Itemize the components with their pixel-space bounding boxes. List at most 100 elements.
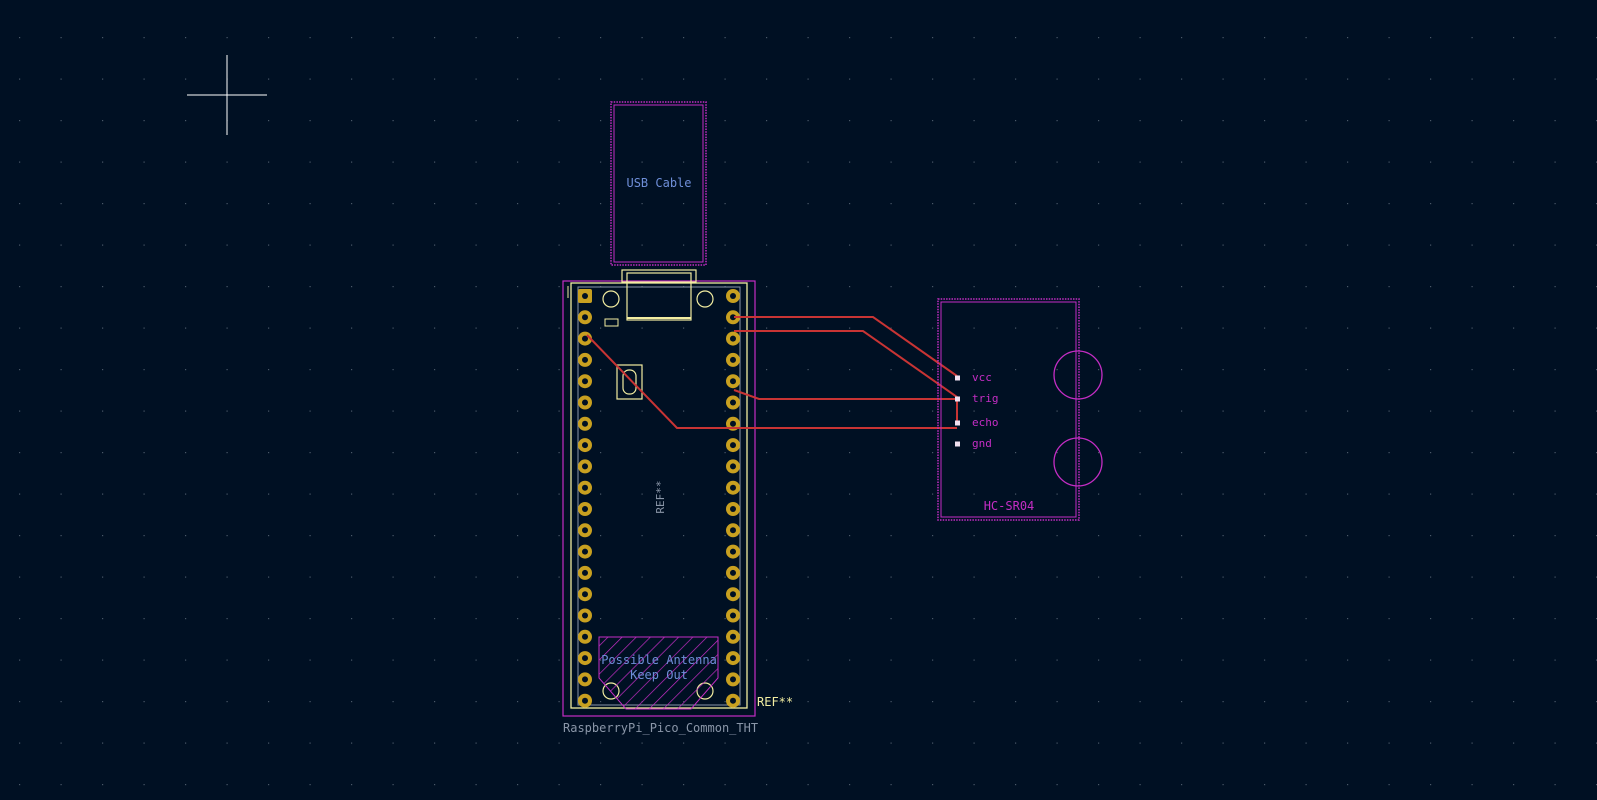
grid-dot bbox=[641, 161, 643, 163]
grid-dot bbox=[558, 659, 560, 661]
grid-dot bbox=[309, 203, 311, 205]
grid-dot bbox=[1471, 452, 1473, 454]
grid-dot bbox=[683, 452, 685, 454]
grid-dot bbox=[973, 120, 975, 122]
sensor-pin-trig: trig bbox=[972, 392, 999, 405]
grid-dot bbox=[475, 369, 477, 371]
grid-dot bbox=[475, 576, 477, 578]
grid-dot bbox=[1513, 120, 1515, 122]
grid-dot bbox=[475, 244, 477, 246]
grid-dot bbox=[309, 701, 311, 703]
grid-dot bbox=[1098, 493, 1100, 495]
grid-dot bbox=[226, 244, 228, 246]
grid-dot bbox=[1471, 78, 1473, 80]
grid-dot bbox=[849, 410, 851, 412]
grid-dot bbox=[1222, 493, 1224, 495]
grid-dot bbox=[1056, 161, 1058, 163]
grid-dot bbox=[1513, 37, 1515, 39]
sensor-pin-gnd: gnd bbox=[972, 437, 992, 450]
grid-dot bbox=[1554, 78, 1556, 80]
grid-dot bbox=[890, 535, 892, 537]
grid-dot bbox=[143, 244, 145, 246]
grid-dot bbox=[1430, 701, 1432, 703]
grid-dot bbox=[60, 576, 62, 578]
grid-dot bbox=[102, 410, 104, 412]
grid-dot bbox=[683, 327, 685, 329]
grid-dot bbox=[641, 410, 643, 412]
grid-dot bbox=[1430, 203, 1432, 205]
grid-dot bbox=[1388, 493, 1390, 495]
grid-dot bbox=[1471, 701, 1473, 703]
grid-dot bbox=[1098, 576, 1100, 578]
grid-dot bbox=[102, 120, 104, 122]
pico-pad-drill bbox=[730, 293, 736, 299]
grid-dot bbox=[932, 37, 934, 39]
grid-dot bbox=[1513, 410, 1515, 412]
grid-dot bbox=[1222, 742, 1224, 744]
grid-dot bbox=[102, 327, 104, 329]
grid-dot bbox=[434, 452, 436, 454]
grid-dot bbox=[1181, 452, 1183, 454]
grid-dot bbox=[973, 286, 975, 288]
grid-dot bbox=[60, 784, 62, 786]
grid-dot bbox=[226, 784, 228, 786]
grid-dot bbox=[849, 286, 851, 288]
grid-dot bbox=[309, 37, 311, 39]
usb-cable-footprint[interactable]: USB Cable bbox=[610, 101, 707, 266]
sensor-pad bbox=[955, 396, 960, 402]
hc-sr04-footprint[interactable]: vcc trig echo gnd HC-SR04 bbox=[937, 298, 1103, 521]
grid-dot bbox=[143, 161, 145, 163]
grid-dot bbox=[683, 78, 685, 80]
grid-dot bbox=[1388, 161, 1390, 163]
grid-dot bbox=[1430, 120, 1432, 122]
grid-dot bbox=[1098, 410, 1100, 412]
grid-dot bbox=[558, 701, 560, 703]
pico-footprint[interactable]: Possible Antenna Keep Out REF** REF** Ra… bbox=[562, 269, 793, 735]
grid-dot bbox=[102, 78, 104, 80]
pico-ref-silk: REF** bbox=[757, 695, 793, 709]
led-component bbox=[604, 318, 619, 327]
pico-pad-drill bbox=[582, 697, 588, 704]
grid-dot bbox=[102, 203, 104, 205]
grid-dot bbox=[1181, 161, 1183, 163]
grid-dot bbox=[309, 161, 311, 163]
grid-dot bbox=[143, 452, 145, 454]
grid-dot bbox=[766, 742, 768, 744]
grid-dot bbox=[558, 784, 560, 786]
grid-dot bbox=[1513, 701, 1515, 703]
grid-dot bbox=[641, 742, 643, 744]
grid-dot bbox=[1388, 327, 1390, 329]
grid-dot bbox=[1264, 659, 1266, 661]
grid-dot bbox=[1305, 493, 1307, 495]
grid-dot bbox=[558, 452, 560, 454]
grid-dot bbox=[1139, 286, 1141, 288]
grid-dot bbox=[1015, 742, 1017, 744]
grid-dot bbox=[1430, 369, 1432, 371]
grid-dot bbox=[1139, 327, 1141, 329]
grid-dot bbox=[890, 452, 892, 454]
grid-dot bbox=[434, 576, 436, 578]
grid-dot bbox=[475, 203, 477, 205]
grid-dot bbox=[226, 327, 228, 329]
grid-dot bbox=[102, 742, 104, 744]
grid-dot bbox=[143, 327, 145, 329]
grid-dot bbox=[1347, 203, 1349, 205]
grid-dot bbox=[517, 161, 519, 163]
grid-dot bbox=[1015, 327, 1017, 329]
grid-dot bbox=[1015, 78, 1017, 80]
sensor-pin-echo: echo bbox=[972, 416, 999, 429]
grid-dot bbox=[268, 618, 270, 620]
pico-pad-drill bbox=[730, 676, 736, 683]
grid-dot bbox=[102, 37, 104, 39]
grid-dot bbox=[1471, 784, 1473, 786]
grid-dot bbox=[683, 161, 685, 163]
grid-dot bbox=[517, 244, 519, 246]
grid-dot bbox=[1388, 203, 1390, 205]
grid-dot bbox=[392, 493, 394, 495]
pcb-editor-canvas[interactable]: USB Cable Possible Antenna Keep Out REF*… bbox=[0, 0, 1597, 800]
grid-dot bbox=[600, 244, 602, 246]
grid-dot bbox=[1554, 659, 1556, 661]
grid-dot bbox=[1305, 244, 1307, 246]
grid-dot bbox=[1471, 286, 1473, 288]
grid-dot bbox=[932, 244, 934, 246]
